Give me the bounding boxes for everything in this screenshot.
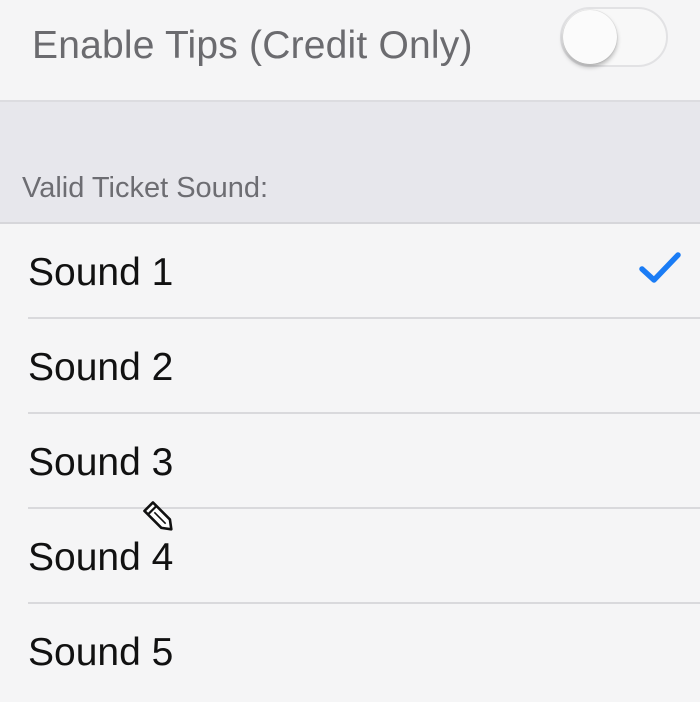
enable-tips-label: Enable Tips (Credit Only): [32, 24, 473, 67]
enable-tips-toggle[interactable]: [560, 7, 668, 67]
sound-item-label: Sound 2: [28, 346, 174, 389]
section-header-band: Valid Ticket Sound:: [0, 100, 700, 224]
sound-item-label: Sound 5: [28, 631, 174, 674]
toggle-knob: [563, 10, 617, 64]
sound-item-label: Sound 4: [28, 536, 174, 579]
sound-list: Sound 1 Sound 2 Sound 3 Sound 4 Sound 5: [0, 224, 700, 699]
sound-item-1[interactable]: Sound 1: [0, 224, 700, 319]
sound-item-3[interactable]: Sound 3: [0, 414, 700, 509]
sound-item-5[interactable]: Sound 5: [0, 604, 700, 699]
sound-item-2[interactable]: Sound 2: [0, 319, 700, 414]
checkmark-icon: [639, 252, 681, 283]
sound-item-label: Sound 3: [28, 441, 174, 484]
sound-item-label: Sound 1: [28, 251, 174, 294]
settings-screen: Enable Tips (Credit Only) Valid Ticket S…: [0, 0, 700, 702]
enable-tips-row: Enable Tips (Credit Only): [0, 0, 700, 100]
section-header-label: Valid Ticket Sound:: [22, 172, 269, 204]
sound-item-4[interactable]: Sound 4: [0, 509, 700, 604]
